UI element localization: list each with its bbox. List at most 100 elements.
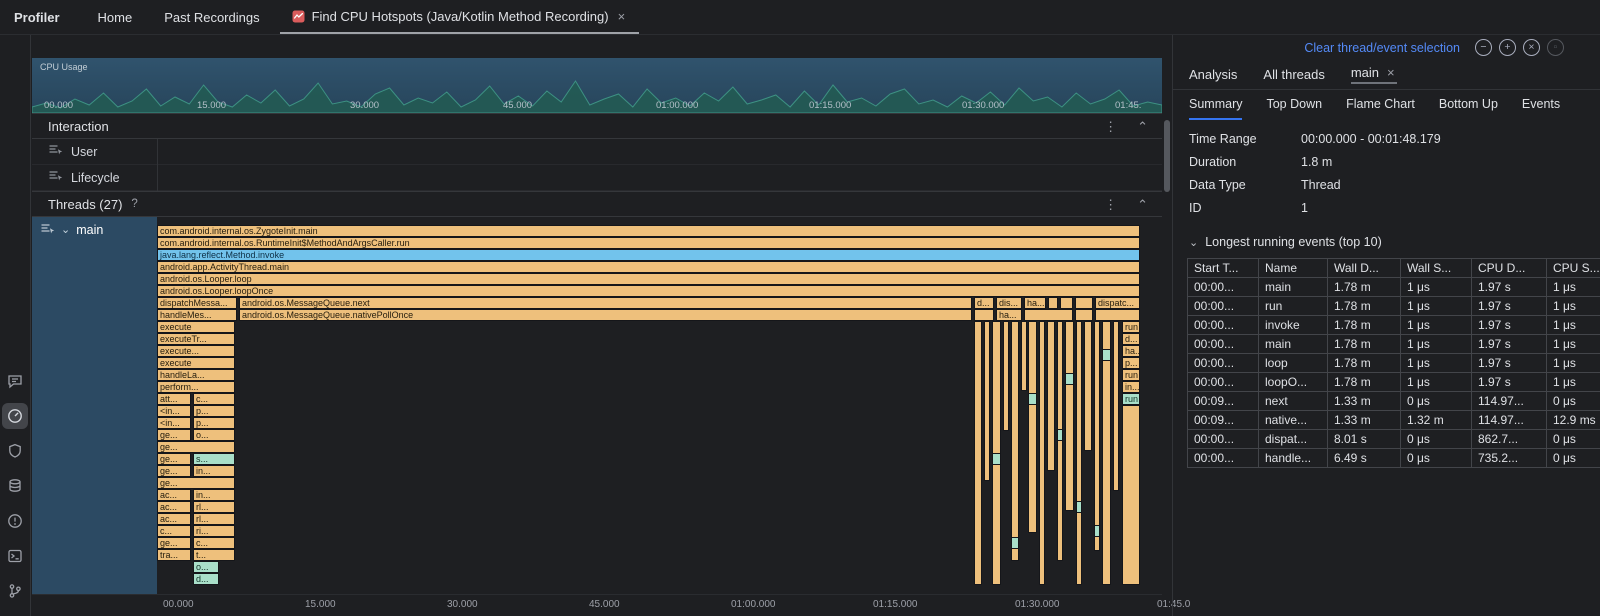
- flame-segment[interactable]: t...: [193, 549, 235, 561]
- flame-segment[interactable]: [984, 321, 990, 481]
- flame-segment[interactable]: [1095, 309, 1140, 321]
- flame-segment[interactable]: [1021, 321, 1027, 391]
- events-table-row[interactable]: 00:00...handle...6.49 s0 μs735.2...0 μs: [1188, 449, 1600, 468]
- flame-segment[interactable]: [1028, 393, 1037, 405]
- zoom-in-button[interactable]: +: [1499, 39, 1516, 56]
- tab-top-down[interactable]: Top Down: [1266, 90, 1322, 120]
- flame-segment[interactable]: run: [1122, 321, 1140, 333]
- more-options-icon[interactable]: ⋮: [1104, 120, 1117, 133]
- flame-segment[interactable]: [1065, 373, 1074, 385]
- tab-flame-chart[interactable]: Flame Chart: [1346, 90, 1415, 120]
- logcat-icon[interactable]: [2, 368, 28, 394]
- flame-segment[interactable]: rl...: [193, 513, 235, 525]
- flame-segment[interactable]: android.os.MessageQueue.next: [239, 297, 972, 309]
- problems-icon[interactable]: [2, 508, 28, 534]
- flame-segment[interactable]: in...: [193, 489, 235, 501]
- flame-segment[interactable]: ha...: [1024, 297, 1046, 309]
- tab-find-cpu-hotspots[interactable]: Find CPU Hotspots (Java/Kotlin Method Re…: [280, 0, 640, 34]
- tab-bottom-up[interactable]: Bottom Up: [1439, 90, 1498, 120]
- more-options-icon[interactable]: ⋮: [1104, 198, 1117, 211]
- flame-segment[interactable]: com.android.internal.os.ZygoteInit.main: [157, 225, 1140, 237]
- tab-summary[interactable]: Summary: [1189, 90, 1242, 120]
- flame-segment[interactable]: c...: [193, 393, 235, 405]
- events-table-row[interactable]: 00:09...native...1.33 m1.32 m114.97...12…: [1188, 411, 1600, 430]
- flame-segment[interactable]: [1076, 501, 1082, 513]
- events-table-row[interactable]: 00:00...dispat...8.01 s0 μs862.7...0 μs: [1188, 430, 1600, 449]
- flame-segment[interactable]: executeTr...: [157, 333, 235, 345]
- flame-segment[interactable]: execute: [157, 357, 235, 369]
- flame-segment[interactable]: d...: [193, 573, 219, 585]
- events-column-header[interactable]: Start T...: [1188, 259, 1259, 278]
- flame-segment[interactable]: [1057, 321, 1063, 561]
- version-control-icon[interactable]: [2, 578, 28, 604]
- events-column-header[interactable]: CPU D...: [1472, 259, 1547, 278]
- flame-segment[interactable]: [974, 309, 994, 321]
- flame-segment[interactable]: <in...: [157, 405, 191, 417]
- flame-segment[interactable]: android.os.MessageQueue.nativePollOnce: [239, 309, 972, 321]
- flame-segment[interactable]: <in...: [157, 417, 191, 429]
- app-quality-insights-icon[interactable]: [2, 438, 28, 464]
- flame-segment[interactable]: [974, 321, 982, 585]
- flame-segment[interactable]: [1102, 349, 1111, 361]
- tab-main[interactable]: main ×: [1351, 65, 1397, 84]
- clear-selection-link[interactable]: Clear thread/event selection: [1304, 41, 1460, 55]
- tab-all-threads[interactable]: All threads: [1263, 67, 1324, 82]
- flame-segment[interactable]: p...: [193, 417, 235, 429]
- flame-segment[interactable]: [1094, 525, 1100, 537]
- flame-segment[interactable]: [1011, 321, 1019, 561]
- events-column-header[interactable]: Wall D...: [1328, 259, 1401, 278]
- tab-events[interactable]: Events: [1522, 90, 1560, 120]
- tab-past-recordings[interactable]: Past Recordings: [148, 0, 275, 34]
- flame-segment[interactable]: ac...: [157, 489, 191, 501]
- flame-segment[interactable]: ac...: [157, 501, 191, 513]
- events-column-header[interactable]: Name: [1259, 259, 1328, 278]
- flame-segment[interactable]: handleLa...: [157, 369, 235, 381]
- flame-segment[interactable]: d...: [974, 297, 994, 309]
- flame-segment[interactable]: c...: [193, 537, 235, 549]
- flame-segment[interactable]: [1075, 309, 1093, 321]
- flame-segment[interactable]: tra...: [157, 549, 191, 561]
- flame-segment[interactable]: d...: [1122, 333, 1140, 345]
- flame-segment[interactable]: android.os.Looper.loop: [157, 273, 1140, 285]
- flame-segment[interactable]: s...: [193, 453, 235, 465]
- threads-section-header[interactable]: Threads (27) ? ⋮ ⌃: [32, 191, 1162, 217]
- flame-segment[interactable]: ge...: [157, 453, 191, 465]
- flame-segment[interactable]: [992, 453, 1001, 465]
- flame-segment[interactable]: dispatchMessa...: [157, 297, 237, 309]
- flame-segment[interactable]: in...: [193, 465, 235, 477]
- events-table-row[interactable]: 00:00...run1.78 m1 μs1.97 s1 μs: [1188, 297, 1600, 316]
- flame-segment[interactable]: o...: [193, 429, 235, 441]
- help-icon[interactable]: ?: [131, 198, 137, 210]
- flame-segment[interactable]: ge...: [157, 441, 235, 453]
- events-table-row[interactable]: 00:00...loop1.78 m1 μs1.97 s1 μs: [1188, 354, 1600, 373]
- thread-main-label[interactable]: ⌄ main: [32, 217, 157, 594]
- interaction-row-lifecycle[interactable]: Lifecycle: [32, 165, 1162, 191]
- flame-segment[interactable]: [1047, 321, 1055, 471]
- vertical-scrollbar[interactable]: [1162, 58, 1172, 616]
- flame-segment[interactable]: [1060, 297, 1073, 309]
- profiler-icon[interactable]: [2, 403, 28, 429]
- flame-segment[interactable]: [1113, 321, 1119, 491]
- flame-segment[interactable]: o...: [193, 561, 219, 573]
- flame-segment[interactable]: dispatc...: [1095, 297, 1140, 309]
- scrollbar-thumb[interactable]: [1164, 120, 1170, 192]
- events-table-row[interactable]: 00:00...invoke1.78 m1 μs1.97 s1 μs: [1188, 316, 1600, 335]
- close-tab-icon[interactable]: ×: [616, 9, 628, 24]
- collapse-thread-icon[interactable]: ⌄: [61, 223, 70, 237]
- flame-segment[interactable]: android.app.ActivityThread.main: [157, 261, 1140, 273]
- events-column-header[interactable]: Wall S...: [1401, 259, 1472, 278]
- flame-segment[interactable]: java.lang.reflect.Method.invoke: [157, 249, 1140, 261]
- zoom-out-button[interactable]: −: [1475, 39, 1492, 56]
- flame-segment[interactable]: ha...: [996, 309, 1022, 321]
- flame-segment[interactable]: perform...: [157, 381, 235, 393]
- events-table-row[interactable]: 00:00...main1.78 m1 μs1.97 s1 μs: [1188, 335, 1600, 354]
- flame-segment[interactable]: execute: [157, 321, 235, 333]
- flame-segment[interactable]: p...: [193, 405, 235, 417]
- flame-segment[interactable]: dis...: [996, 297, 1022, 309]
- flame-segment[interactable]: [1011, 537, 1019, 549]
- flame-segment[interactable]: handleMes...: [157, 309, 237, 321]
- events-column-header[interactable]: CPU S...: [1547, 259, 1600, 278]
- flame-segment[interactable]: att...: [157, 393, 191, 405]
- flame-segment[interactable]: [1084, 321, 1092, 451]
- tab-home[interactable]: Home: [82, 0, 149, 34]
